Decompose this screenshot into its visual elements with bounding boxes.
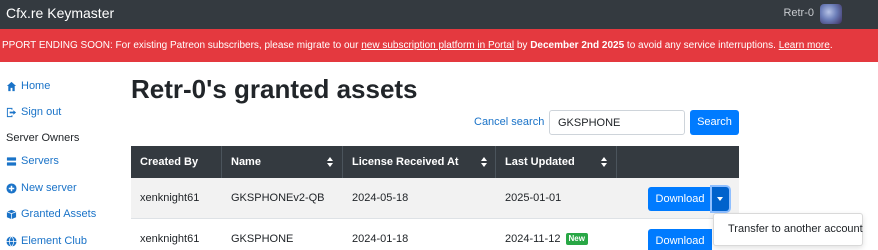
- cell-updated: 2025-01-01: [505, 192, 562, 204]
- sidebar: Home Sign out Server Owners Servers New …: [0, 62, 110, 250]
- page-title: Retr-0's granted assets: [131, 74, 418, 104]
- cell-updated-text: 2024-11-12: [505, 233, 561, 245]
- avatar[interactable]: [820, 4, 842, 24]
- column-header-created-by[interactable]: Created By: [131, 146, 222, 178]
- sidebar-item-sign-out[interactable]: Sign out: [6, 103, 61, 121]
- column-header-label: Created By: [140, 156, 199, 168]
- sidebar-item-label: Home: [21, 80, 51, 92]
- sidebar-item-label: Element Club: [21, 235, 88, 247]
- app-title[interactable]: Cfx.re Keymaster: [6, 5, 114, 21]
- column-header-last-updated[interactable]: Last Updated: [496, 146, 617, 178]
- column-header-actions: [617, 146, 739, 178]
- column-header-label: Last Updated: [505, 156, 575, 168]
- home-icon: [6, 81, 17, 91]
- cell-received: 2024-05-18: [352, 192, 409, 204]
- cancel-search-link[interactable]: Cancel search: [474, 116, 544, 128]
- sort-icon: [601, 157, 607, 167]
- column-header-license-received[interactable]: License Received At: [343, 146, 496, 178]
- alert-prefix: PPORT ENDING SOON: For existing Patreon …: [2, 40, 362, 51]
- alert-suffix: to avoid any service interruptions.: [624, 40, 779, 51]
- download-button[interactable]: Download: [648, 229, 712, 250]
- cell-name: GKSPHONEv2-QB: [231, 192, 325, 204]
- learn-more-link[interactable]: Learn more: [779, 40, 830, 51]
- column-header-name[interactable]: Name: [222, 146, 343, 178]
- cell-created-by: xenknight61: [140, 233, 200, 245]
- table-row: xenknight61 GKSPHONE 2024-01-18 2024-11-…: [131, 219, 739, 250]
- section-heading-server-owners: Server Owners: [6, 132, 80, 144]
- sign-out-icon: [6, 107, 17, 117]
- sort-icon: [481, 157, 487, 167]
- sidebar-item-granted-assets[interactable]: Granted Assets: [6, 205, 96, 223]
- sidebar-item-new-server[interactable]: New server: [6, 179, 77, 197]
- download-dropdown-toggle[interactable]: [712, 187, 729, 211]
- sidebar-item-label: Servers: [21, 155, 59, 167]
- cell-name: GKSPHONE: [231, 233, 294, 245]
- box-icon: [6, 209, 17, 219]
- globe-icon: [6, 235, 17, 247]
- alert-end: .: [829, 40, 833, 51]
- new-badge: New: [565, 233, 588, 246]
- support-ending-alert: PPORT ENDING SOON: For existing Patreon …: [0, 29, 878, 62]
- plus-circle-icon: [6, 182, 17, 194]
- sidebar-item-element-club[interactable]: Element Club: [6, 232, 87, 250]
- table-header: Created By Name License Received At Last…: [131, 146, 739, 178]
- sidebar-item-label: Granted Assets: [21, 208, 97, 220]
- sidebar-item-label: New server: [21, 182, 77, 194]
- column-header-label: Name: [231, 156, 261, 168]
- portal-link[interactable]: new subscription platform in Portal: [361, 40, 514, 51]
- sidebar-item-servers[interactable]: Servers: [6, 152, 59, 170]
- servers-icon: [6, 156, 17, 166]
- search-button[interactable]: Search: [690, 110, 739, 135]
- sidebar-item-label: Sign out: [21, 106, 62, 118]
- alert-middle: by: [514, 40, 531, 51]
- cell-created-by: xenknight61: [140, 192, 200, 204]
- user-name[interactable]: Retr-0: [783, 7, 814, 19]
- cell-received: 2024-01-18: [352, 233, 409, 245]
- caret-down-icon: [717, 197, 723, 201]
- cell-updated: 2024-11-12 New: [496, 219, 588, 250]
- alert-date: December 2nd 2025: [530, 40, 625, 51]
- sort-icon: [327, 157, 333, 167]
- download-dropdown-menu: Transfer to another account: [713, 213, 863, 246]
- transfer-account-menu-item[interactable]: Transfer to another account: [728, 223, 863, 235]
- table-row: xenknight61 GKSPHONEv2-QB 2024-05-18 202…: [131, 178, 739, 219]
- top-navbar: Cfx.re Keymaster Retr-0: [0, 0, 878, 29]
- column-header-label: License Received At: [352, 156, 459, 168]
- sidebar-item-home[interactable]: Home: [6, 77, 50, 95]
- search-input[interactable]: [549, 110, 685, 135]
- download-button[interactable]: Download: [648, 187, 712, 211]
